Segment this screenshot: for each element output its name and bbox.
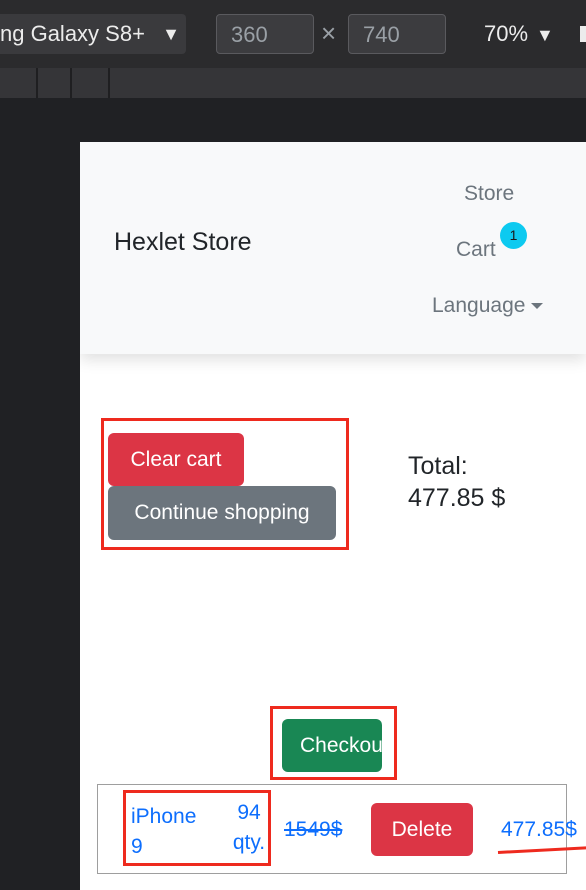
devtools-device-toolbar: ng Galaxy S8+ ▼ 360 × 740 70% ▼: [0, 0, 586, 69]
brand-link[interactable]: Hexlet Store: [114, 228, 252, 257]
language-label: Language: [432, 294, 526, 317]
zoom-value: 70%: [484, 21, 529, 46]
total-label: Total:: [408, 452, 468, 480]
ruler-segment[interactable]: [72, 68, 110, 98]
chevron-down-icon: ▼: [162, 24, 180, 44]
screen: ng Galaxy S8+ ▼ 360 × 740 70% ▼ Hexlet St…: [0, 0, 586, 890]
ruler-segment[interactable]: [38, 68, 72, 98]
width-input[interactable]: 360: [216, 14, 314, 54]
height-input[interactable]: 740: [348, 14, 446, 54]
language-dropdown[interactable]: Language: [432, 294, 544, 318]
times-icon: ×: [321, 18, 337, 48]
cart-count-badge: 1: [500, 222, 527, 249]
device-viewport: Hexlet Store Store Cart 1 Language Clear…: [80, 142, 586, 890]
toolbar-overflow-icon[interactable]: [580, 26, 586, 42]
cart-total: Total: 477.85 $: [408, 450, 578, 514]
item-price[interactable]: 477.85$: [501, 815, 577, 845]
device-select[interactable]: ng Galaxy S8+ ▼: [0, 14, 186, 54]
devtools-gutter: [0, 98, 80, 890]
old-price[interactable]: 1549$: [284, 815, 342, 845]
ruler-segment[interactable]: [0, 68, 38, 98]
media-query-ruler: [0, 68, 586, 98]
checkout-button[interactable]: Checkout: [282, 719, 382, 772]
caret-down-icon: [531, 303, 544, 310]
navbar: Hexlet Store Store Cart 1 Language: [80, 142, 586, 354]
product-quantity[interactable]: 94 qty.: [226, 798, 272, 858]
viewport-margin: [80, 98, 586, 142]
product-name-link[interactable]: iPhone 9: [131, 802, 211, 862]
zoom-select[interactable]: 70% ▼: [484, 14, 554, 55]
delete-item-button[interactable]: Delete: [371, 803, 473, 856]
clear-cart-button[interactable]: Clear cart: [108, 433, 244, 486]
device-name: ng Galaxy S8+: [0, 21, 145, 46]
nav-link-store[interactable]: Store: [464, 182, 514, 206]
chevron-down-icon: ▼: [536, 25, 554, 45]
nav-link-cart[interactable]: Cart: [456, 238, 496, 262]
total-value: 477.85 $: [408, 484, 506, 512]
continue-shopping-button[interactable]: Continue shopping: [108, 486, 336, 540]
